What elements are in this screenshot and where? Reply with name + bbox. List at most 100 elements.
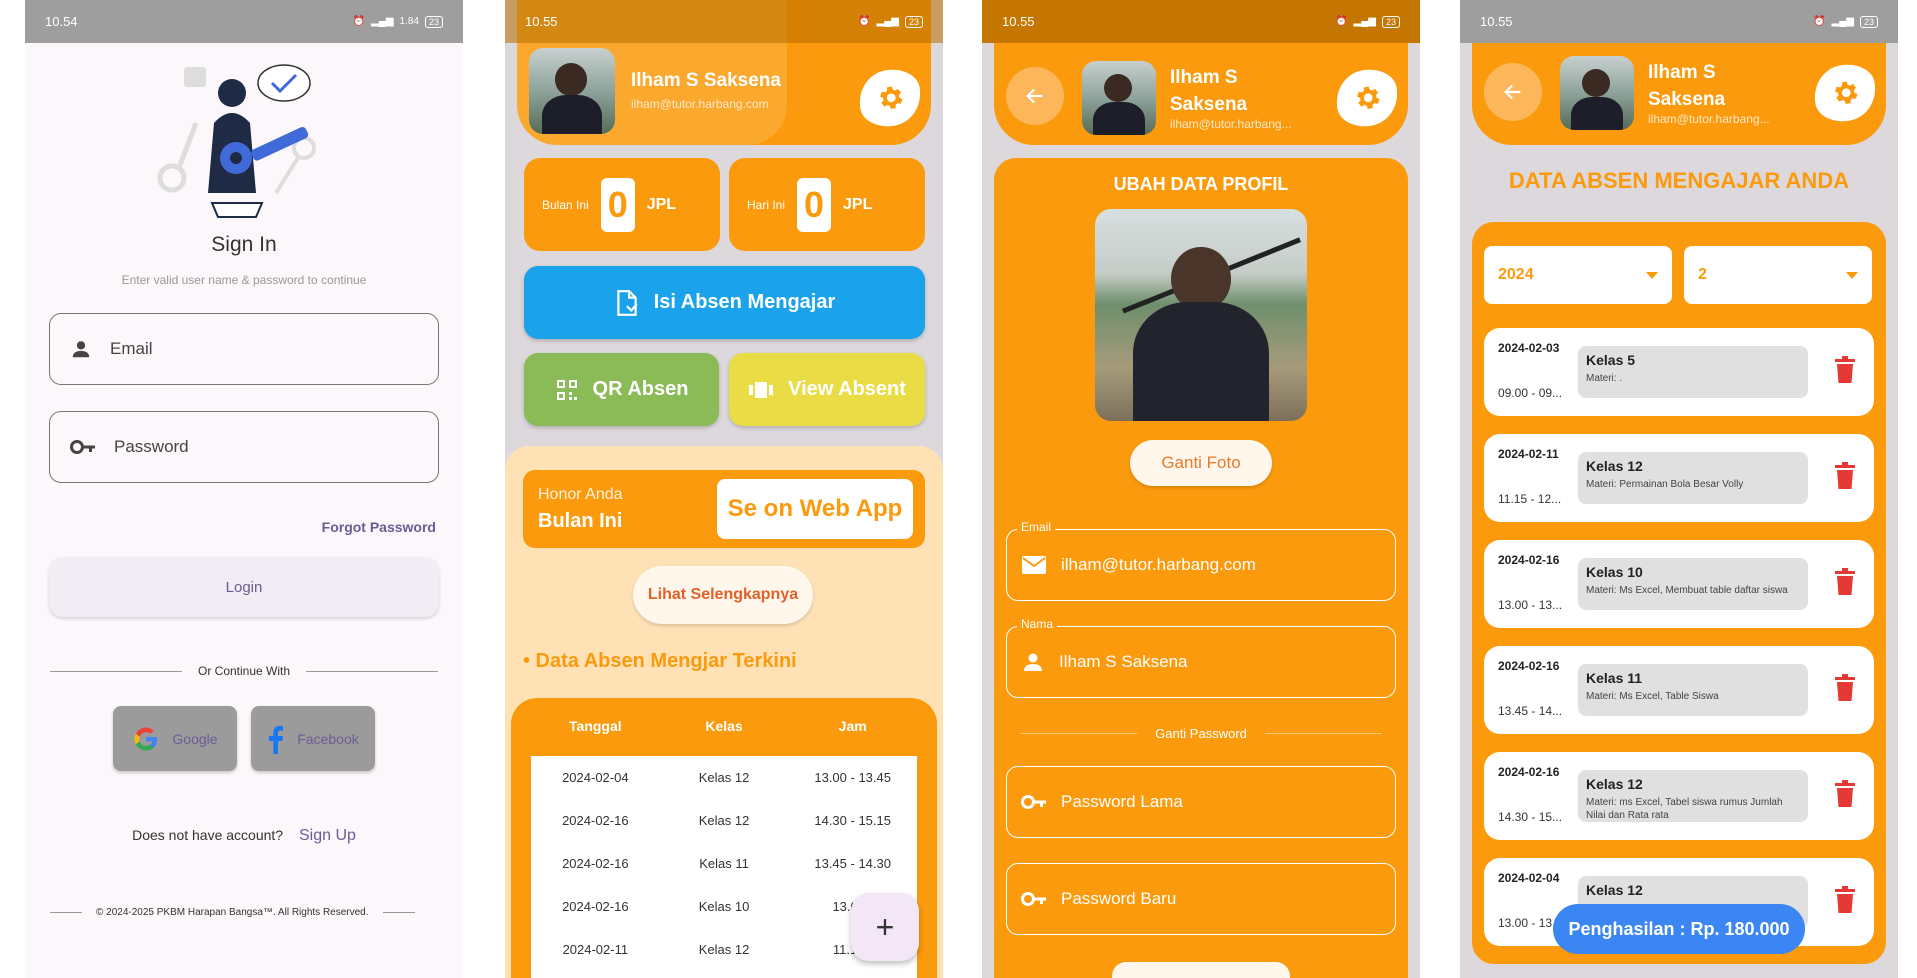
back-button[interactable] (1484, 63, 1542, 121)
qr-code-icon (556, 379, 577, 400)
settings-button[interactable] (854, 65, 926, 131)
email-field[interactable]: Email ilham@tutor.harbang.com (1006, 520, 1396, 601)
list-item[interactable]: 2024-02-11 11.15 - 12... Kelas 12 Materi… (1484, 434, 1874, 522)
save-button[interactable] (1112, 962, 1290, 978)
record-kelas: Kelas 12 (1586, 458, 1643, 474)
signal-icon: ▂▄▆ (371, 16, 394, 27)
settings-button[interactable] (1809, 60, 1881, 126)
chevron-down-icon (1846, 271, 1858, 279)
copyright-text: © 2024-2025 PKBM Harapan Bangsa™. All Ri… (96, 907, 369, 918)
view-absent-button[interactable]: View Absent (729, 353, 925, 426)
old-password-field[interactable]: Password Lama (1006, 766, 1396, 838)
user-name: Ilham S Saksena (631, 70, 781, 91)
record-materi: Materi: Ms Excel, Table Siswa (1586, 691, 1719, 702)
list-item[interactable]: 2024-02-03 09.00 - 09... Kelas 5 Materi:… (1484, 328, 1874, 416)
status-time: 10.55 (525, 14, 558, 29)
web-app-button[interactable]: Se on Web App (717, 479, 913, 539)
month-dropdown[interactable]: 2 (1684, 246, 1872, 304)
table-row: 2024-02-16 Kelas 12 14.30 - 15.15 (531, 799, 917, 842)
delete-icon[interactable] (1834, 674, 1856, 702)
record-kelas: Kelas 12 (1586, 882, 1643, 898)
battery-icon: 23 (1859, 15, 1878, 28)
social-login-row: Google Facebook (25, 706, 463, 771)
table-cell: Kelas 12 (698, 942, 750, 957)
year-dropdown[interactable]: 2024 (1484, 246, 1672, 304)
record-date: 2024-02-16 (1498, 553, 1560, 567)
month-value: 2 (1698, 266, 1707, 283)
list-item[interactable]: 2024-02-16 13.45 - 14... Kelas 11 Materi… (1484, 646, 1874, 734)
forgot-password-link[interactable]: Forgot Password (25, 519, 436, 535)
table-cell: Kelas 11 (699, 856, 749, 871)
record-info: Kelas 5 Materi: . (1578, 346, 1808, 398)
person-icon (1024, 653, 1042, 671)
login-illustration (154, 53, 334, 223)
alarm-icon: ⏰ (352, 16, 366, 27)
delete-icon[interactable] (1834, 356, 1856, 384)
absen-list-screen: 10.55 ⏰ ▂▄▆ 23 Ilham S Saksena ilham@tut… (1460, 0, 1898, 978)
arrow-left-icon (1026, 88, 1043, 104)
view-absent-label: View Absent (788, 378, 906, 400)
record-materi: Materi: ms Excel, Tabel siswa rumus Juml… (1586, 797, 1783, 821)
table-cell: Kelas 10 (698, 899, 750, 914)
profile-photo (1095, 209, 1307, 421)
avatar (529, 48, 615, 134)
login-button[interactable]: Login (49, 557, 439, 617)
status-time: 10.55 (1002, 14, 1035, 29)
edit-profile-card: UBAH DATA PROFIL Ganti Foto Email ilham@… (994, 158, 1408, 978)
record-materi: Materi: Permainan Bola Besar Volly (1586, 479, 1744, 490)
column-header: Tanggal (569, 718, 622, 734)
facebook-login-button[interactable]: Facebook (251, 706, 375, 771)
delete-icon[interactable] (1834, 780, 1856, 808)
key-icon (70, 440, 95, 454)
gear-icon (1357, 86, 1380, 110)
password-divider: Ganti Password (1020, 726, 1383, 741)
status-bar: 10.55 ⏰ ▂▄▆ 23 (505, 0, 943, 43)
table-cell: Kelas 12 (698, 770, 750, 785)
password-field[interactable]: Password (49, 411, 439, 483)
table-cell: Kelas 12 (698, 813, 750, 828)
or-continue-divider: Or Continue With (50, 664, 439, 678)
bulan-value: 0 (600, 177, 635, 232)
list-item[interactable]: 2024-02-16 13.00 - 13... Kelas 10 Materi… (1484, 540, 1874, 628)
gear-icon (1835, 81, 1858, 105)
name-field[interactable]: Nama Ilham S Saksena (1006, 617, 1396, 698)
table-cell: 14.30 - 15.15 (814, 813, 891, 828)
signin-screen: 10.54 ⏰ ▂▄▆ 1.84 23 Sign In Enter valid … (25, 0, 463, 978)
hari-unit: JPL (843, 195, 873, 213)
email-field[interactable]: Email (49, 313, 439, 385)
list-item[interactable]: 2024-02-16 14.30 - 15... Kelas 12 Materi… (1484, 752, 1874, 840)
add-fab-button[interactable]: + (851, 893, 919, 961)
email-label: Email (1017, 520, 1056, 534)
record-date: 2024-02-16 (1498, 659, 1560, 673)
record-info: Kelas 11 Materi: Ms Excel, Table Siswa (1578, 664, 1808, 716)
edit-profile-screen: 10.55 ⏰ ▂▄▆ 23 Ilham S Saksena ilham@tut… (982, 0, 1420, 978)
qr-absen-button[interactable]: QR Absen (524, 353, 719, 426)
lihat-selengkapnya-button[interactable]: Lihat Selengkapnya (633, 566, 813, 624)
document-icon (617, 289, 638, 316)
old-password-placeholder: Password Lama (1061, 792, 1183, 811)
new-password-field[interactable]: Password Baru (1006, 863, 1396, 935)
delete-icon[interactable] (1834, 568, 1856, 596)
delete-icon[interactable] (1834, 462, 1856, 490)
record-time: 09.00 - 09... (1498, 386, 1563, 400)
table-cell: 2024-02-16 (562, 856, 629, 871)
table-cell: 2024-02-04 (562, 770, 629, 785)
google-login-button[interactable]: Google (113, 706, 237, 771)
penghasilan-badge[interactable]: Penghasilan : Rp. 180.000 (1553, 904, 1805, 954)
jpl-hari-card: Hari Ini 0 JPL (729, 158, 925, 251)
isi-absen-button[interactable]: Isi Absen Mengajar (524, 266, 925, 339)
user-name: Ilham S Saksena (1648, 62, 1726, 110)
delete-icon[interactable] (1834, 886, 1856, 914)
record-info: Kelas 12 Materi: ms Excel, Tabel siswa r… (1578, 770, 1808, 822)
honor-label: Honor Anda (538, 486, 623, 503)
settings-button[interactable] (1331, 65, 1403, 131)
key-icon (1021, 795, 1046, 809)
back-button[interactable] (1006, 67, 1064, 125)
status-bar: 10.55 ⏰ ▂▄▆ 23 (1460, 0, 1898, 43)
name-label: Nama (1017, 617, 1058, 631)
record-info: Kelas 12 Materi: Permainan Bola Besar Vo… (1578, 452, 1808, 504)
battery-icon: 23 (1381, 15, 1400, 28)
change-photo-button[interactable]: Ganti Foto (1130, 440, 1272, 486)
sign-up-link[interactable]: Sign Up (299, 827, 356, 844)
alarm-icon: ⏰ (1335, 16, 1348, 27)
